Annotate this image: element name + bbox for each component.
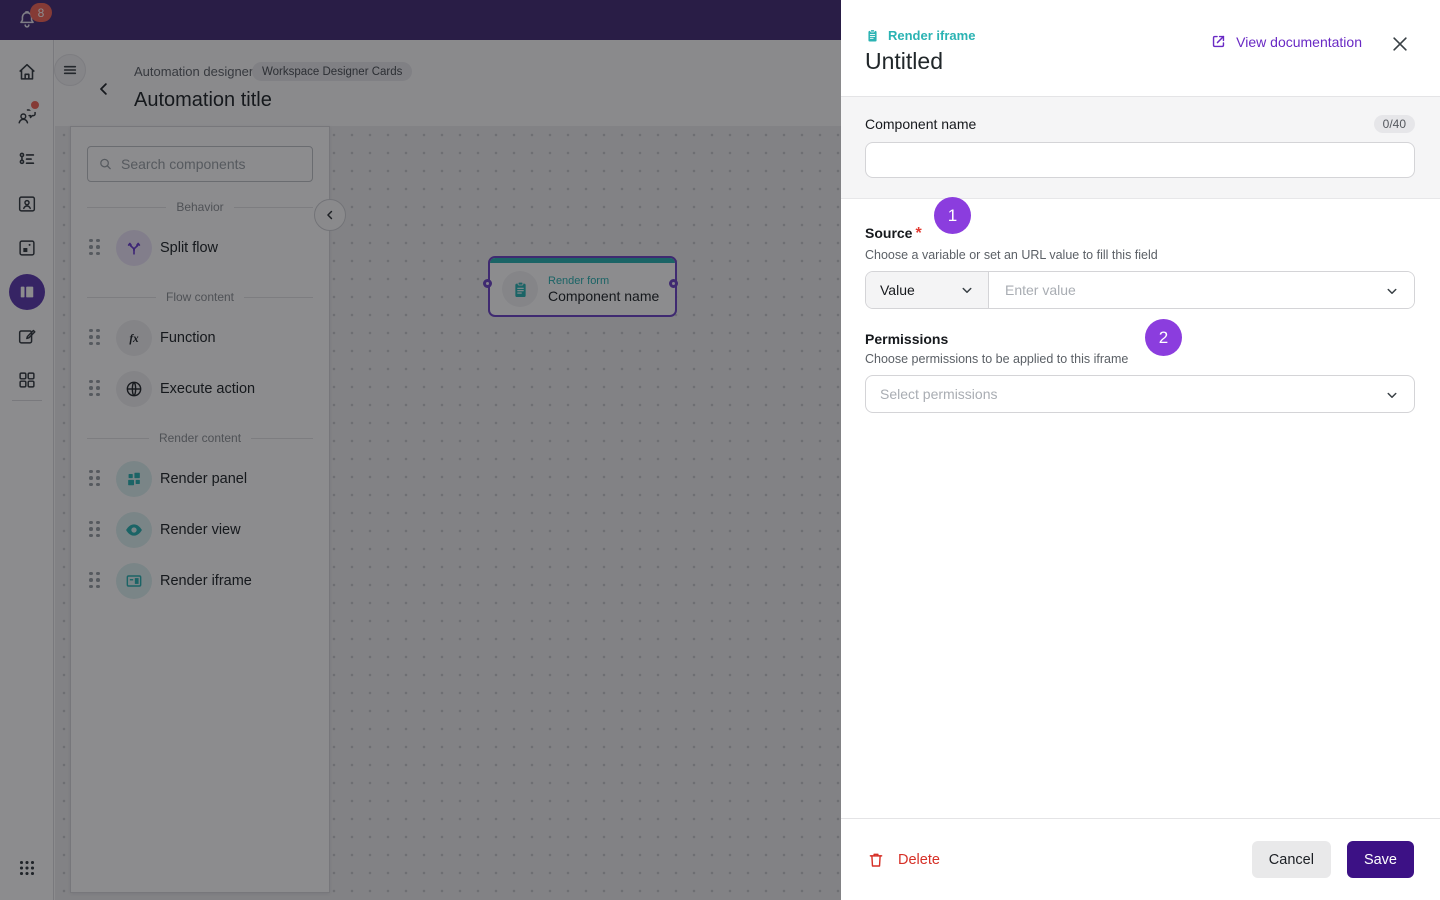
close-icon[interactable] [1390,34,1410,54]
dimmed-workspace: 8 Automation designer Workspace Designer… [0,0,841,900]
step-badge-2: 2 [1145,319,1182,356]
source-helper-text: Choose a variable or set an URL value to… [865,248,1158,262]
delete-label: Delete [898,851,940,868]
required-asterisk: * [915,225,922,242]
char-counter-badge: 0/40 [1373,115,1415,133]
view-documentation-label: View documentation [1236,33,1362,50]
source-type-selector[interactable]: Value [866,272,989,308]
drawer-header: Render iframe Untitled View documentatio… [841,0,1440,97]
permissions-helper-text: Choose permissions to be applied to this… [865,352,1129,366]
render-iframe-type-icon [868,29,877,42]
modal-overlay[interactable] [0,0,841,900]
step-badge-1: 1 [934,197,971,234]
save-button[interactable]: Save [1346,841,1414,878]
source-value-input[interactable] [989,272,1414,308]
source-field: Value [865,271,1415,309]
cancel-button[interactable]: Cancel [1251,841,1331,878]
render-iframe-drawer: Render iframe Untitled View documentatio… [841,0,1440,900]
drawer-body: Source * Choose a variable or set an URL … [841,199,1440,413]
component-name-section: Component name 0/40 [841,97,1440,199]
permissions-select-input[interactable] [866,386,1414,402]
permissions-label: Permissions [865,331,949,347]
drawer-title: Untitled [865,48,943,74]
view-documentation-link[interactable]: View documentation [1210,33,1362,50]
permissions-select[interactable] [865,375,1415,413]
drawer-type-label: Render iframe [888,28,976,43]
delete-button[interactable]: Delete [867,851,940,869]
chevron-down-icon [1387,392,1397,398]
source-label: Source [865,225,913,241]
chevron-down-icon[interactable] [1383,282,1401,300]
trash-icon [869,853,883,867]
external-link-icon [1213,35,1225,48]
chevron-down-icon [962,287,972,293]
component-name-input[interactable] [865,142,1415,178]
component-name-label: Component name [865,116,977,132]
drawer-footer: Delete Cancel Save [841,818,1440,900]
source-type-value: Value [880,282,915,298]
